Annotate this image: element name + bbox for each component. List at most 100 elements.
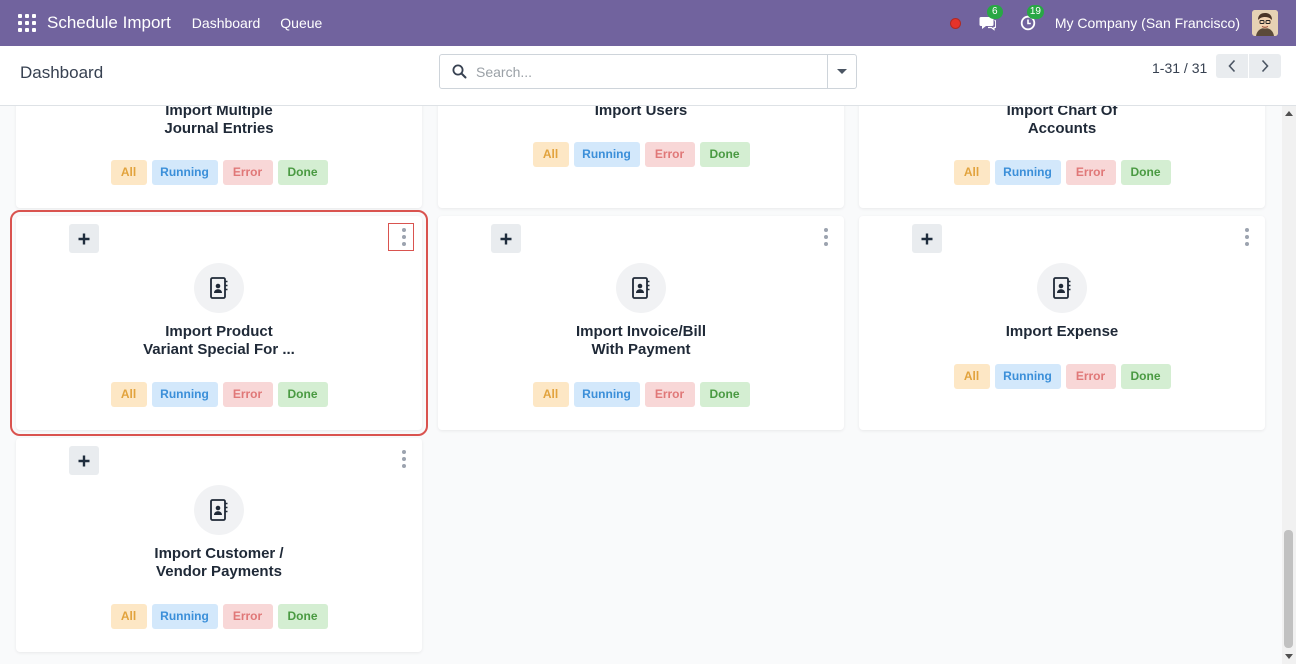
import-card[interactable]: Import Multiple Journal Entries All Runn… [16,106,422,208]
filter-error-button[interactable]: Error [644,382,695,407]
company-switcher[interactable]: My Company (San Francisco) [1055,15,1240,31]
add-schedule-button[interactable] [912,224,942,253]
filter-running-button[interactable]: Running [151,160,218,185]
filter-error-button[interactable]: Error [1065,160,1116,185]
user-avatar[interactable] [1252,10,1278,36]
import-card[interactable]: Import Expense All Running Error Done [859,216,1265,430]
contact-book-icon [616,263,666,313]
card-title-line: Import Chart Of [1006,106,1118,119]
filter-all-button[interactable]: All [953,364,990,389]
card-title: Import Customer / Vendor Payments [16,545,422,581]
search-options-toggle[interactable] [827,55,856,88]
caret-down-icon [837,69,847,74]
card-title: Import Expense [859,323,1265,341]
filter-error-button[interactable]: Error [1065,364,1116,389]
filter-error-button[interactable]: Error [222,382,273,407]
card-menu-button[interactable] [400,450,408,468]
filter-all-button[interactable]: All [953,160,990,185]
card-title-line: Vendor Payments [156,563,282,580]
filter-all-button[interactable]: All [110,382,147,407]
filter-all-button[interactable]: All [110,604,147,629]
filter-done-button[interactable]: Done [699,142,750,167]
import-card[interactable]: Import Customer / Vendor Payments All Ru… [16,438,422,652]
status-filters: All Running Error Done [16,382,422,407]
add-schedule-button[interactable] [69,224,99,253]
status-filters: All Running Error Done [16,604,422,629]
filter-done-button[interactable]: Done [699,382,750,407]
card-menu-button[interactable] [1243,228,1251,246]
filter-done-button[interactable]: Done [1120,160,1171,185]
card-title-line: Import Multiple [165,106,273,119]
card-title-line: With Payment [591,341,691,358]
kanban-view: Import Multiple Journal Entries All Runn… [0,106,1282,664]
filter-all-button[interactable]: All [110,160,147,185]
filter-all-button[interactable]: All [532,142,569,167]
filter-done-button[interactable]: Done [1120,364,1171,389]
activities-button[interactable]: 19 [1018,5,1044,33]
filter-error-button[interactable]: Error [222,604,273,629]
filter-error-button[interactable]: Error [222,160,273,185]
card-title-line: Journal Entries [164,120,274,137]
add-schedule-button[interactable] [491,224,521,253]
card-title-line: Import Invoice/Bill [575,323,707,340]
scroll-thumb[interactable] [1284,530,1293,648]
scroll-up-arrow-icon[interactable] [1285,111,1293,116]
plus-icon [921,233,933,244]
card-title-line: Accounts [1027,120,1097,137]
filter-running-button[interactable]: Running [994,364,1061,389]
plus-icon [500,233,512,244]
contact-book-icon [194,263,244,313]
control-panel: Dashboard 1-31 / 31 [0,46,1296,106]
card-title: Import Multiple Journal Entries [16,106,422,138]
scroll-down-arrow-icon[interactable] [1285,654,1293,659]
card-title: Import Product Variant Special For ... [16,323,422,359]
apps-grid-icon[interactable] [18,14,36,32]
search-bar [439,54,857,89]
status-filters: All Running Error Done [859,364,1265,389]
search-icon [442,64,476,79]
card-title-line: Import Users [594,106,688,119]
plus-icon [78,455,90,466]
pager-value[interactable]: 1-31 / 31 [1152,60,1207,76]
search-input[interactable] [476,56,827,87]
pager-next-button[interactable] [1249,54,1281,78]
record-indicator-icon[interactable] [949,17,961,29]
filter-done-button[interactable]: Done [277,382,328,407]
add-schedule-button[interactable] [69,446,99,475]
filter-all-button[interactable]: All [532,382,569,407]
status-filters: All Running Error Done [438,382,844,407]
filter-done-button[interactable]: Done [277,160,328,185]
filter-running-button[interactable]: Running [573,382,640,407]
page-title: Dashboard [20,63,104,82]
card-title-line: Import Expense [1005,323,1119,340]
status-filters: All Running Error Done [16,160,422,185]
chevron-right-icon [1261,59,1269,73]
menu-dashboard[interactable]: Dashboard [192,15,261,31]
filter-running-button[interactable]: Running [573,142,640,167]
contact-book-icon [194,485,244,535]
pager-previous-button[interactable] [1216,54,1248,78]
import-card[interactable]: Import Product Variant Special For ... A… [10,210,428,436]
filter-error-button[interactable]: Error [644,142,695,167]
card-title: Import Users [438,106,844,120]
app-name[interactable]: Schedule Import [47,13,171,33]
filter-running-button[interactable]: Running [151,382,218,407]
card-title: Import Invoice/Bill With Payment [438,323,844,359]
activities-count-badge: 19 [1026,5,1044,19]
card-title-line: Variant Special For ... [143,341,295,358]
card-title-line: Import Customer / [154,545,284,562]
filter-running-button[interactable]: Running [151,604,218,629]
vertical-scrollbar[interactable] [1282,106,1296,664]
card-title-line: Import Product [165,323,273,340]
messages-button[interactable]: 6 [978,5,1003,33]
contact-book-icon [1037,263,1087,313]
import-card[interactable]: Import Chart Of Accounts All Running Err… [859,106,1265,208]
filter-running-button[interactable]: Running [994,160,1061,185]
card-menu-button[interactable] [400,228,408,246]
card-menu-button[interactable] [822,228,830,246]
card-title: Import Chart Of Accounts [859,106,1265,138]
import-card[interactable]: Import Invoice/Bill With Payment All Run… [438,216,844,430]
import-card[interactable]: Import Users All Running Error Done [438,106,844,208]
filter-done-button[interactable]: Done [277,604,328,629]
menu-queue[interactable]: Queue [280,15,322,31]
